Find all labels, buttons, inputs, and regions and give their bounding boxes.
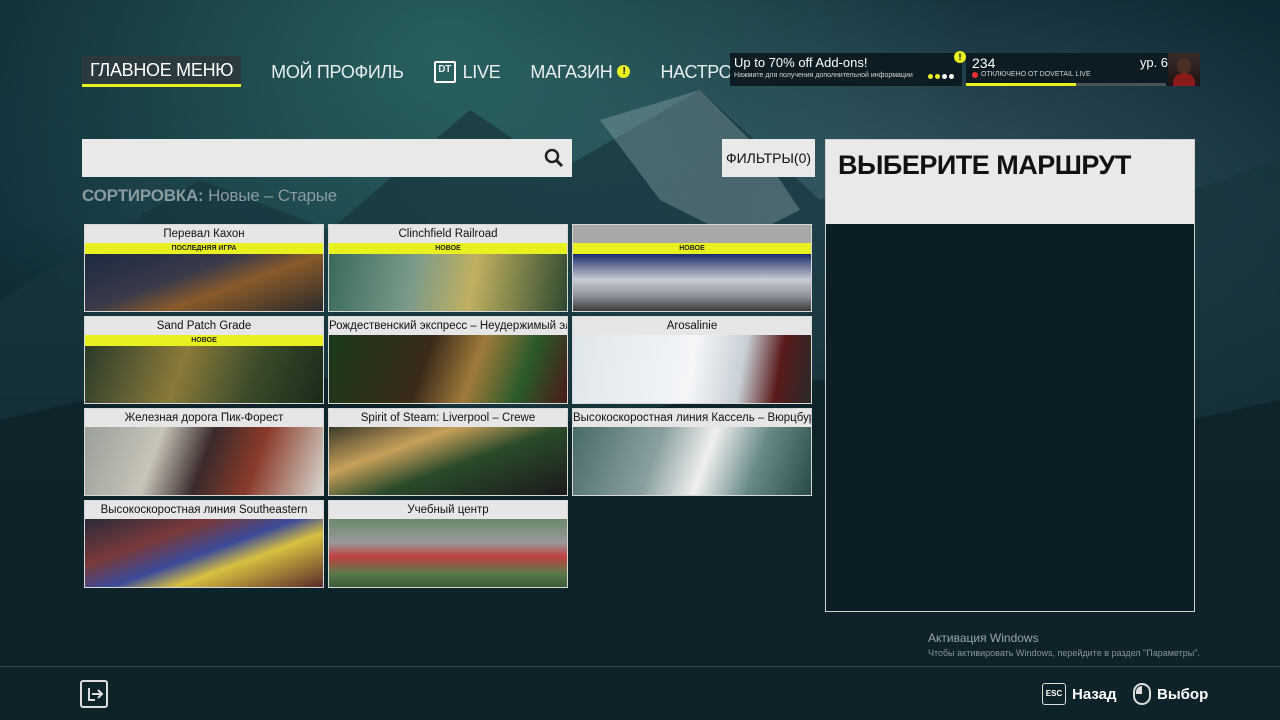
mouse-left-click-icon [1133, 683, 1151, 705]
nav-live[interactable]: DT LIVE [433, 58, 501, 86]
route-thumbnail [329, 254, 567, 311]
route-title: Высокоскоростная линия Кассель – Вюрцбур… [573, 409, 811, 427]
nav-label: МАГАЗИН [530, 61, 613, 82]
route-title: Учебный центр [329, 501, 567, 519]
route-card-christmas[interactable]: Рождественский экспресс – Неудержимый эл… [328, 316, 568, 404]
route-card-training-center[interactable]: Учебный центр [328, 500, 568, 588]
route-title: Высокоскоростная линия Southeastern [85, 501, 323, 519]
nav-label: LIVE [462, 61, 501, 82]
sort-label: СОРТИРОВКА: [82, 186, 204, 205]
nav-my-profile[interactable]: МОЙ ПРОФИЛЬ [271, 58, 404, 86]
route-badge: НОВОЕ [329, 243, 567, 254]
route-card-southeastern[interactable]: Высокоскоростная линия Southeastern [84, 500, 324, 588]
route-thumbnail [573, 335, 811, 403]
nav-label: ГЛАВНОЕ МЕНЮ [90, 60, 234, 80]
route-details-panel: ВЫБЕРИТЕ МАРШРУТ [825, 139, 1195, 612]
route-card-spirit-of-steam[interactable]: Spirit of Steam: Liverpool – Crewe [328, 408, 568, 496]
route-thumbnail [85, 254, 323, 311]
xp-bar [966, 83, 1166, 86]
alert-icon: ! [617, 65, 631, 78]
windows-activation-text: Чтобы активировать Windows, перейдите в … [928, 648, 1200, 658]
nav-label: МОЙ ПРОФИЛЬ [271, 61, 404, 82]
route-title [573, 225, 811, 243]
footer-divider [0, 666, 1280, 667]
route-badge: НОВОЕ [85, 335, 323, 346]
avatar [1168, 53, 1200, 86]
route-thumbnail [329, 427, 567, 495]
promo-banner[interactable]: Up to 70% off Add-ons! Нажмите для получ… [730, 53, 962, 86]
route-title: Arosalinie [573, 317, 811, 335]
route-thumbnail [85, 519, 323, 587]
promo-title: Up to 70% off Add-ons! [734, 55, 868, 70]
route-card-sand-patch[interactable]: Sand Patch Grade НОВОЕ [84, 316, 324, 404]
route-thumbnail [573, 427, 811, 495]
search-input[interactable] [82, 139, 542, 175]
route-title: Железная дорога Пик-Форест [85, 409, 323, 427]
route-card-arosalinie[interactable]: Arosalinie [572, 316, 812, 404]
nav-store[interactable]: МАГАЗИН! [530, 58, 631, 86]
route-title: Spirit of Steam: Liverpool – Crewe [329, 409, 567, 427]
level-label: ур. 6 [1140, 55, 1169, 70]
filters-button[interactable]: ФИЛЬТРЫ(0) [722, 139, 815, 177]
route-card-peak-forest[interactable]: Железная дорога Пик-Форест [84, 408, 324, 496]
search-box [82, 139, 572, 177]
xp-bar-fill [966, 83, 1076, 86]
windows-activation-title: Активация Windows [928, 631, 1039, 645]
main-nav: ГЛАВНОЕ МЕНЮ МОЙ ПРОФИЛЬ DT LIVE МАГАЗИН!… [82, 56, 798, 87]
search-icon[interactable] [544, 148, 564, 168]
route-card-cajon[interactable]: Перевал Кахон ПОСЛЕДНЯЯ ИГРА [84, 224, 324, 312]
route-card-clinchfield[interactable]: Clinchfield Railroad НОВОЕ [328, 224, 568, 312]
alert-icon: ! [954, 51, 966, 63]
select-hint[interactable]: Выбор [1133, 683, 1208, 705]
select-label: Выбор [1157, 685, 1209, 703]
route-title: Sand Patch Grade [85, 317, 323, 335]
connection-status: ОТКЛЮЧЕНО ОТ DOVETAIL LIVE [972, 71, 1091, 78]
sort-value: Новые – Старые [208, 186, 338, 205]
exit-icon[interactable] [80, 680, 108, 708]
route-thumbnail [329, 519, 567, 587]
route-thumbnail [329, 335, 567, 403]
route-thumbnail [85, 427, 323, 495]
panel-title: ВЫБЕРИТЕ МАРШРУТ [838, 150, 1131, 180]
profile-widget[interactable]: 234 ОТКЛЮЧЕНО ОТ DOVETAIL LIVE ур. 6 [966, 53, 1200, 86]
route-title: Clinchfield Railroad [329, 225, 567, 243]
route-card-commuter[interactable]: НОВОЕ [572, 224, 812, 312]
esc-key-icon: ESC [1042, 683, 1066, 705]
route-thumbnail [573, 254, 811, 311]
live-icon: DT [433, 60, 456, 83]
route-badge: ПОСЛЕДНЯЯ ИГРА [85, 243, 323, 254]
sort-control[interactable]: СОРТИРОВКА: Новые – Старые [82, 186, 337, 206]
route-thumbnail [85, 346, 323, 403]
route-card-kassel[interactable]: Высокоскоростная линия Кассель – Вюрцбур… [572, 408, 812, 496]
route-badge: НОВОЕ [573, 243, 811, 254]
promo-pager [928, 74, 954, 79]
nav-main-menu[interactable]: ГЛАВНОЕ МЕНЮ [82, 56, 242, 87]
route-title: Перевал Кахон [85, 225, 323, 243]
offline-dot-icon [972, 71, 978, 78]
status-text: ОТКЛЮЧЕНО ОТ DOVETAIL LIVE [981, 71, 1091, 78]
promo-subtitle: Нажмите для получения дополнительной инф… [734, 72, 913, 79]
back-hint[interactable]: ESC Назад [1042, 683, 1116, 705]
back-label: Назад [1072, 685, 1117, 703]
points-value: 234 [972, 55, 996, 71]
route-title: Рождественский экспресс – Неудержимый эл… [329, 317, 567, 335]
